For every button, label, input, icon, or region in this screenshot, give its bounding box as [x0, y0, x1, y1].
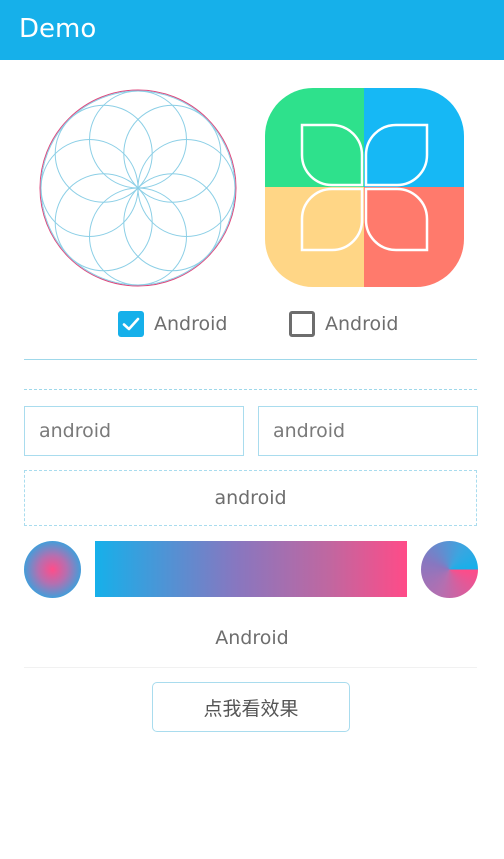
tile-bottom-left [265, 187, 365, 287]
dashed-text-box[interactable]: android [24, 470, 477, 526]
checkbox-unchecked-box[interactable] [289, 311, 315, 337]
checkbox-android-checked[interactable]: Android [118, 308, 227, 340]
quad-color-petal-tile [265, 88, 464, 287]
sweep-gradient-circle [421, 541, 478, 598]
tile-top-left [265, 88, 365, 188]
faint-divider [24, 667, 477, 668]
rosette-petals [40, 90, 236, 286]
linear-gradient-bar [95, 541, 407, 597]
checkbox-checked-box[interactable] [118, 311, 144, 337]
tile-bottom-right [364, 187, 464, 287]
checkbox-android-unchecked[interactable]: Android [289, 308, 398, 340]
check-icon [122, 317, 140, 331]
app-bar: Demo [0, 0, 504, 60]
checkbox-label: Android [154, 313, 228, 335]
text-field-left[interactable]: android [24, 406, 244, 456]
flower-of-life-drawing [39, 89, 237, 287]
radial-gradient-circle [24, 541, 81, 598]
dashed-box-text: android [214, 487, 287, 509]
text-field-right[interactable]: android [258, 406, 478, 456]
checkbox-label: Android [325, 313, 399, 335]
screen: Demo Android Android android android and… [0, 0, 504, 859]
android-label: Android [215, 627, 289, 649]
tile-top-right [364, 88, 464, 188]
show-effect-button[interactable]: 点我看效果 [152, 682, 350, 732]
app-title: Demo [19, 14, 97, 44]
dashed-divider [24, 389, 477, 390]
solid-divider [24, 359, 477, 360]
